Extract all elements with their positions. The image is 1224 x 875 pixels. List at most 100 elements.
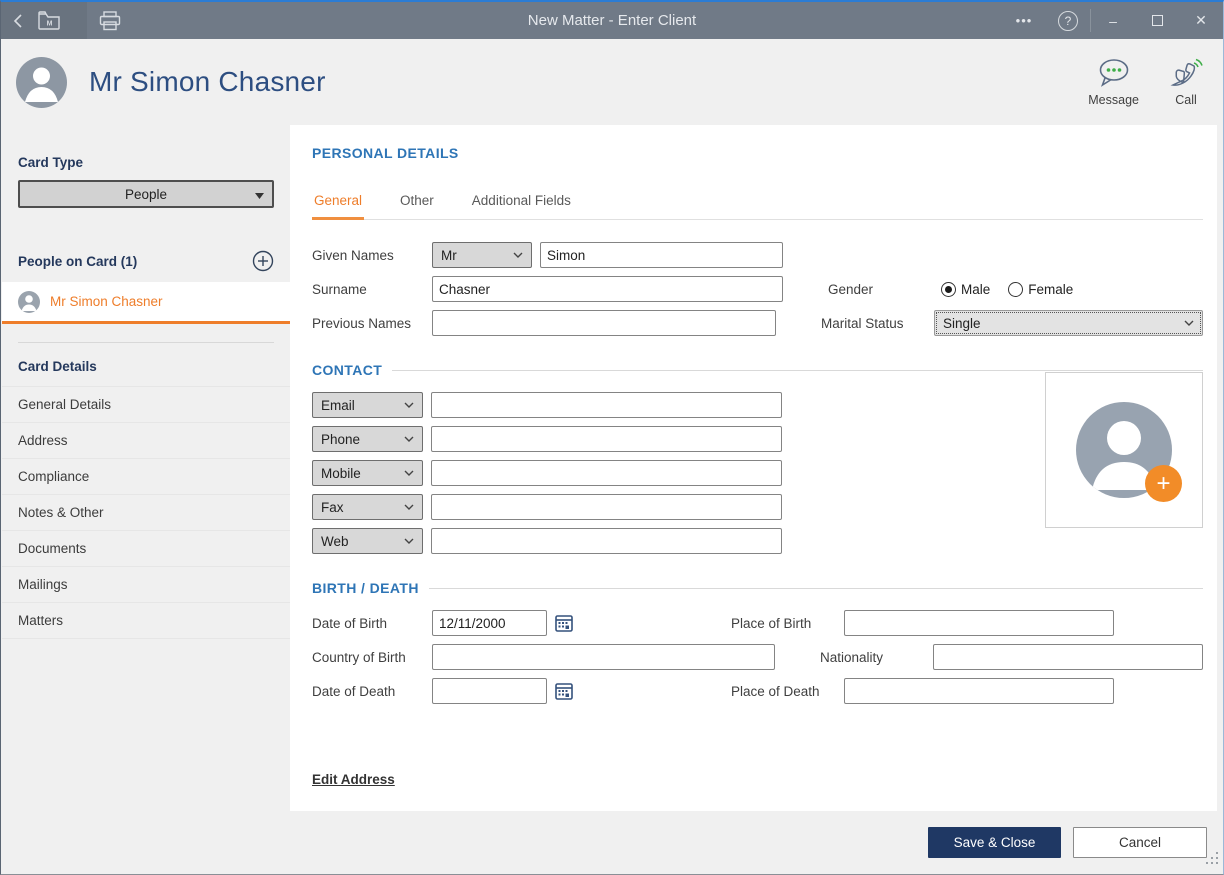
- call-label: Call: [1175, 93, 1197, 107]
- calendar-icon[interactable]: [555, 682, 573, 700]
- sidebar-item-notes-other[interactable]: Notes & Other: [2, 495, 290, 531]
- given-names-label: Given Names: [312, 247, 394, 263]
- previous-names-input[interactable]: [432, 310, 776, 336]
- nationality-label: Nationality: [820, 649, 884, 665]
- add-photo-button[interactable]: +: [1145, 465, 1182, 502]
- contact-type-select-phone[interactable]: Phone: [312, 426, 423, 452]
- contact-type-select-mobile[interactable]: Mobile: [312, 460, 423, 486]
- back-icon[interactable]: [13, 2, 23, 39]
- tab-additional-fields[interactable]: Additional Fields: [470, 187, 573, 219]
- tab-general[interactable]: General: [312, 187, 365, 220]
- place-of-birth-label: Place of Birth: [731, 615, 812, 631]
- contact-input-phone[interactable]: [431, 426, 782, 452]
- sidebar-item-address[interactable]: Address: [2, 423, 290, 459]
- sidebar-item-compliance[interactable]: Compliance: [2, 459, 290, 495]
- chevron-down-icon: [513, 252, 523, 258]
- app-window: M New Matter - Enter Client ••• ? – ✕ Mr…: [0, 0, 1224, 875]
- place-of-death-label: Place of Death: [731, 683, 820, 699]
- chevron-down-icon: [404, 538, 414, 544]
- country-of-birth-label: Country of Birth: [312, 649, 406, 665]
- resize-grip[interactable]: [1206, 852, 1219, 870]
- personal-details-panel: PERSONAL DETAILS General Other Additiona…: [290, 125, 1217, 811]
- sidebar-item-mailings[interactable]: Mailings: [2, 567, 290, 603]
- matter-folder-icon[interactable]: M: [37, 2, 61, 39]
- maximize-button[interactable]: [1135, 2, 1179, 39]
- sidebar-item-general-details[interactable]: General Details: [2, 387, 290, 423]
- minimize-button[interactable]: –: [1091, 2, 1135, 39]
- contact-heading: CONTACT: [312, 362, 383, 378]
- add-person-button[interactable]: [252, 250, 274, 272]
- date-of-death-input[interactable]: [432, 678, 547, 704]
- marital-status-select[interactable]: Single: [934, 310, 1203, 336]
- header-actions: Message Call: [1088, 57, 1203, 107]
- titlebar-left-group: M: [1, 2, 87, 39]
- title-select[interactable]: Mr: [432, 242, 532, 268]
- help-icon[interactable]: ?: [1046, 2, 1090, 39]
- country-of-birth-input[interactable]: [432, 644, 775, 670]
- calendar-icon[interactable]: [555, 614, 573, 632]
- sidebar: Card Type People People on Card (1) Mr S…: [2, 125, 290, 873]
- photo-avatar-icon: +: [1076, 402, 1182, 502]
- card-type-label: Card Type: [18, 155, 84, 170]
- person-list-item[interactable]: Mr Simon Chasner: [2, 282, 290, 324]
- birth-death-heading: BIRTH / DEATH: [312, 580, 419, 596]
- contact-input-mobile[interactable]: [431, 460, 782, 486]
- client-header: Mr Simon Chasner Message Call: [1, 39, 1223, 125]
- client-avatar: [16, 56, 67, 108]
- print-icon[interactable]: [99, 2, 121, 39]
- people-on-card-header: People on Card (1): [2, 240, 290, 282]
- contact-input-fax[interactable]: [431, 494, 782, 520]
- more-options-icon[interactable]: •••: [1002, 2, 1046, 39]
- titlebar-controls: ••• ? – ✕: [1002, 2, 1223, 39]
- gender-male-radio[interactable]: [941, 281, 956, 297]
- card-details-header: Card Details: [2, 343, 290, 387]
- save-close-button[interactable]: Save & Close: [928, 826, 1061, 858]
- previous-names-label: Previous Names: [312, 315, 412, 331]
- sidebar-item-documents[interactable]: Documents: [2, 531, 290, 567]
- message-icon: [1099, 59, 1128, 87]
- gender-female-radio[interactable]: [1008, 281, 1024, 297]
- date-of-death-label: Date of Death: [312, 683, 396, 699]
- page-title: Mr Simon Chasner: [89, 66, 326, 97]
- gender-female-label: Female: [1028, 281, 1074, 297]
- chevron-down-icon: [404, 504, 414, 510]
- people-on-card-label: People on Card (1): [18, 253, 138, 269]
- chevron-down-icon: [404, 470, 414, 476]
- gender-male-label: Male: [961, 281, 991, 297]
- nationality-input[interactable]: [933, 644, 1203, 670]
- chevron-down-icon: [255, 187, 264, 202]
- maximize-icon: [1151, 15, 1163, 26]
- gender-label: Gender: [828, 281, 874, 297]
- person-avatar-icon: [18, 290, 40, 313]
- person-name: Mr Simon Chasner: [50, 294, 163, 309]
- surname-input[interactable]: [432, 276, 783, 302]
- sidebar-item-matters[interactable]: Matters: [2, 603, 290, 639]
- contact-input-email[interactable]: [431, 392, 782, 418]
- personal-details-heading: PERSONAL DETAILS: [312, 145, 459, 161]
- contact-type-select-email[interactable]: Email: [312, 392, 423, 418]
- marital-status-label: Marital Status: [821, 315, 904, 331]
- section-rule: [428, 587, 1203, 589]
- contact-type-select-fax[interactable]: Fax: [312, 494, 423, 520]
- cancel-button[interactable]: Cancel: [1073, 826, 1207, 858]
- tab-other[interactable]: Other: [398, 187, 436, 219]
- svg-text:M: M: [47, 21, 53, 28]
- given-names-input[interactable]: [540, 242, 783, 268]
- section-rule: [392, 369, 1203, 371]
- chevron-down-icon: [404, 402, 414, 408]
- place-of-birth-input[interactable]: [844, 610, 1114, 636]
- contact-input-web[interactable]: [431, 528, 782, 554]
- card-type-select[interactable]: People: [18, 180, 274, 208]
- message-button[interactable]: Message: [1088, 57, 1139, 107]
- close-button[interactable]: ✕: [1179, 2, 1223, 39]
- message-label: Message: [1088, 93, 1139, 107]
- card-type-value: People: [124, 186, 168, 202]
- edit-address-link[interactable]: Edit Address: [312, 772, 395, 787]
- date-of-birth-input[interactable]: [432, 610, 547, 636]
- birth-death-section: BIRTH / DEATH Date of Birth 12/11/2000 P…: [312, 580, 1203, 704]
- place-of-death-input[interactable]: [844, 678, 1114, 704]
- plus-circle-icon: [252, 250, 274, 272]
- contact-type-select-web[interactable]: Web: [312, 528, 423, 554]
- call-button[interactable]: Call: [1169, 57, 1203, 107]
- titlebar: M New Matter - Enter Client ••• ? – ✕: [1, 2, 1223, 39]
